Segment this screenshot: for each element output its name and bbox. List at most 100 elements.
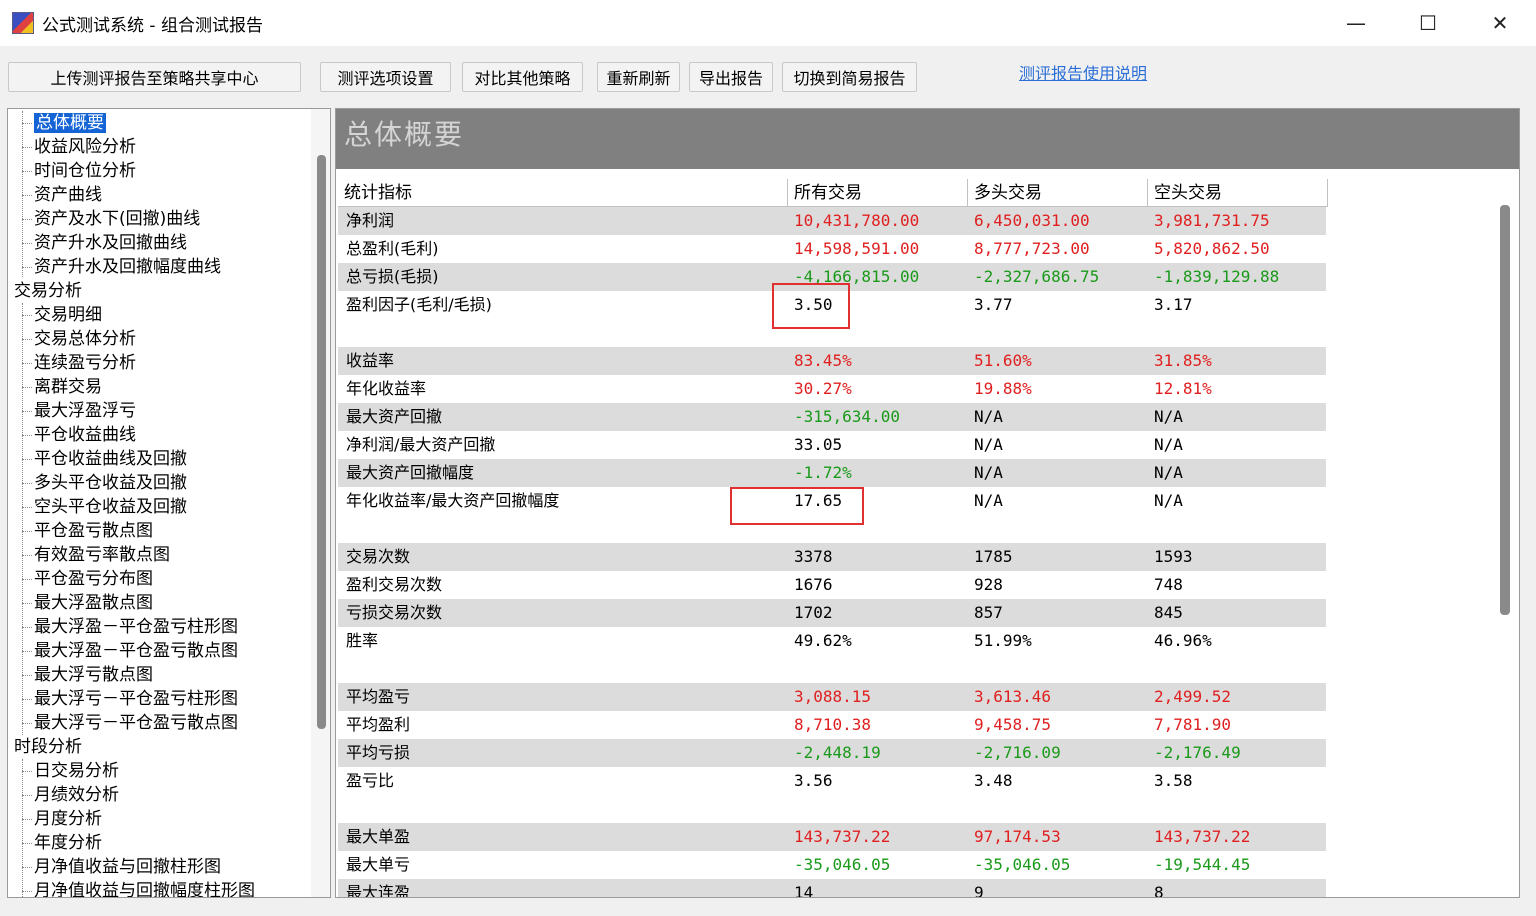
header-long-trades[interactable]: 多头交易 [968, 179, 1148, 207]
metric-label: 最大资产回撤幅度 [346, 463, 475, 482]
value-long-trades: 9 [974, 883, 984, 898]
tree-item[interactable]: 资产升水及回撤幅度曲线 [34, 255, 221, 279]
table-row: 平均盈亏 3,088.15 3,613.46 2,499.52 [338, 683, 1326, 711]
table-scrollbar-thumb[interactable] [1500, 205, 1510, 615]
tree-connector [22, 219, 32, 220]
value-all-trades: 14 [794, 883, 814, 898]
tree-item[interactable]: 离群交易 [34, 375, 102, 399]
tree-connector [22, 531, 32, 532]
value-all-trades: -1.72% [794, 463, 852, 482]
tree-item-label: 交易总体分析 [34, 329, 136, 349]
header-metric[interactable]: 统计指标 [338, 179, 788, 207]
tree-item[interactable]: 月净值收益与回撤幅度柱形图 [34, 879, 255, 898]
tree-scrollbar-thumb[interactable] [317, 155, 326, 729]
table-row: 平均盈利 8,710.38 9,458.75 7,781.90 [338, 711, 1326, 739]
export-report-button[interactable]: 导出报告 [689, 62, 773, 92]
value-long-trades: 6,450,031.00 [974, 211, 1090, 230]
tree-item-label: 最大浮盈－平仓盈亏柱形图 [34, 617, 238, 637]
value-short-trades: 3,981,731.75 [1154, 211, 1270, 230]
tree-item[interactable]: 最大浮亏－平仓盈亏散点图 [34, 711, 238, 735]
close-icon[interactable]: ✕ [1464, 0, 1536, 46]
tree-item-label: 资产及水下(回撤)曲线 [34, 209, 201, 229]
tree-item-label: 平仓收益曲线 [34, 425, 136, 445]
value-long-trades: N/A [974, 407, 1003, 426]
tree-item[interactable]: 年度分析 [34, 831, 102, 855]
tree-item[interactable]: 收益风险分析 [34, 135, 136, 159]
minimize-icon[interactable]: — [1320, 0, 1392, 46]
tree-item[interactable]: 时段分析 [14, 735, 82, 759]
tree-item[interactable]: 平仓盈亏散点图 [34, 519, 153, 543]
tree-item[interactable]: 月净值收益与回撤柱形图 [34, 855, 221, 879]
test-options-button[interactable]: 测评选项设置 [320, 62, 451, 92]
metric-label: 净利润/最大资产回撤 [346, 435, 496, 454]
compare-strategies-button[interactable]: 对比其他策略 [462, 62, 583, 92]
tree-item[interactable]: 最大浮亏散点图 [34, 663, 153, 687]
tree-item-label: 平仓盈亏分布图 [34, 569, 153, 589]
tree-item[interactable]: 交易分析 [14, 279, 82, 303]
tree-scrollbar[interactable] [311, 109, 330, 897]
tree-item[interactable]: 最大浮盈散点图 [34, 591, 153, 615]
tree-connector [22, 771, 32, 772]
tree-connector [22, 603, 32, 604]
tree-item-label: 交易明细 [34, 305, 102, 325]
tree-item[interactable]: 连续盈亏分析 [34, 351, 136, 375]
tree-item[interactable]: 最大浮盈－平仓盈亏柱形图 [34, 615, 238, 639]
value-long-trades: 51.60% [974, 351, 1032, 370]
tree-item[interactable]: 最大浮盈浮亏 [34, 399, 136, 423]
tree-item[interactable]: 空头平仓收益及回撤 [34, 495, 187, 519]
table-scrollbar[interactable] [1496, 179, 1516, 897]
tree-item-label: 月净值收益与回撤幅度柱形图 [34, 881, 255, 898]
tree-item[interactable]: 资产升水及回撤曲线 [34, 231, 187, 255]
tree-item-label: 时段分析 [14, 737, 82, 757]
tree-item[interactable]: 平仓收益曲线及回撤 [34, 447, 187, 471]
switch-simple-report-button[interactable]: 切换到简易报告 [782, 62, 917, 92]
tree-connector [22, 483, 32, 484]
tree-guide-line [22, 111, 23, 277]
table-row: 最大单亏 -35,046.05 -35,046.05 -19,544.45 [338, 851, 1326, 879]
tree-item[interactable]: 总体概要 [34, 111, 106, 135]
tree-item-label: 离群交易 [34, 377, 102, 397]
report-help-link[interactable]: 测评报告使用说明 [1019, 60, 1147, 84]
tree-item[interactable]: 最大浮亏－平仓盈亏柱形图 [34, 687, 238, 711]
tree-item-label: 日交易分析 [34, 761, 119, 781]
value-long-trades: 3.77 [974, 295, 1013, 314]
value-all-trades: -315,634.00 [794, 407, 900, 426]
header-all-trades[interactable]: 所有交易 [788, 179, 968, 207]
tree-item[interactable]: 平仓收益曲线 [34, 423, 136, 447]
tree-item-label: 月净值收益与回撤柱形图 [34, 857, 221, 877]
header-short-trades[interactable]: 空头交易 [1148, 179, 1328, 207]
tree-item[interactable]: 月度分析 [34, 807, 102, 831]
refresh-button[interactable]: 重新刷新 [597, 62, 680, 92]
highlight-box-return-drawdown-ratio [730, 487, 864, 525]
tree-item[interactable]: 有效盈亏率散点图 [34, 543, 170, 567]
tree-connector [22, 507, 32, 508]
tree-item[interactable]: 资产及水下(回撤)曲线 [34, 207, 200, 231]
tree-item[interactable]: 最大浮盈－平仓盈亏散点图 [34, 639, 238, 663]
tree-item-label: 资产曲线 [34, 185, 102, 205]
value-all-trades: 8,710.38 [794, 715, 872, 734]
tree-item[interactable]: 平仓盈亏分布图 [34, 567, 153, 591]
tree-item[interactable]: 日交易分析 [34, 759, 119, 783]
upload-report-button[interactable]: 上传测评报告至策略共享中心 [8, 62, 301, 92]
tree-connector [22, 243, 32, 244]
metric-label: 亏损交易次数 [346, 603, 443, 622]
value-long-trades: 857 [974, 603, 1003, 622]
metric-label: 年化收益率/最大资产回撤幅度 [346, 491, 560, 510]
tree-item-label: 多头平仓收益及回撤 [34, 473, 187, 493]
tree-connector [22, 819, 32, 820]
tree-item[interactable]: 时间仓位分析 [34, 159, 136, 183]
metric-label: 平均盈利 [346, 715, 411, 734]
tree-item[interactable]: 多头平仓收益及回撤 [34, 471, 187, 495]
tree-item[interactable]: 交易总体分析 [34, 327, 136, 351]
value-short-trades: 3.58 [1154, 771, 1193, 790]
tree-item-label: 平仓盈亏散点图 [34, 521, 153, 541]
tree-item[interactable]: 资产曲线 [34, 183, 102, 207]
tree-item-label: 平仓收益曲线及回撤 [34, 449, 187, 469]
tree-item[interactable]: 交易明细 [34, 303, 102, 327]
tree-item[interactable]: 月绩效分析 [34, 783, 119, 807]
tree-connector [22, 339, 32, 340]
value-long-trades: 97,174.53 [974, 827, 1061, 846]
table-row: 年化收益率 30.27% 19.88% 12.81% [338, 375, 1326, 403]
maximize-icon[interactable]: ☐ [1392, 0, 1464, 46]
value-short-trades: 845 [1154, 603, 1183, 622]
